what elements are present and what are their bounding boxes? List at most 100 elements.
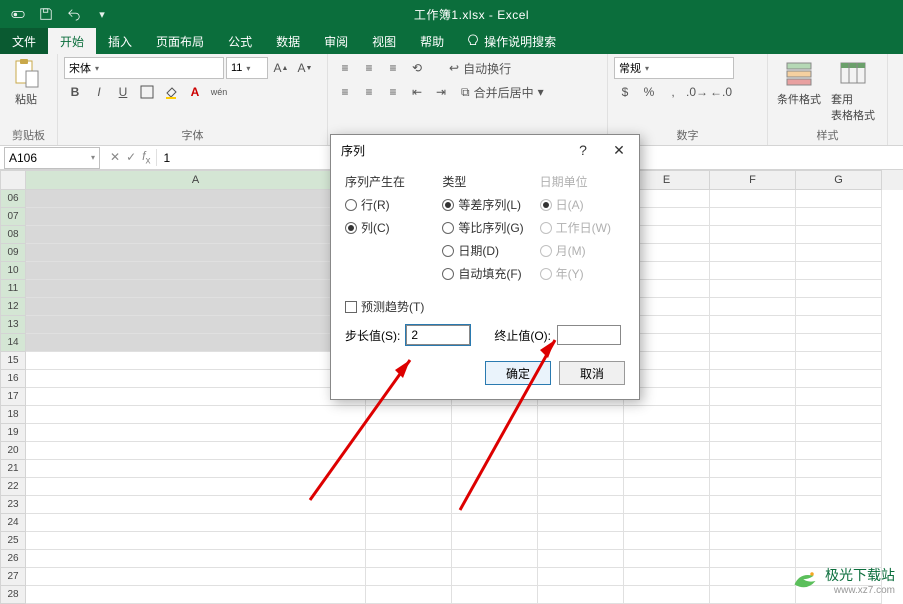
tab-home[interactable]: 开始 bbox=[48, 28, 96, 54]
cell[interactable] bbox=[624, 478, 710, 496]
cell[interactable] bbox=[710, 460, 796, 478]
row-header[interactable]: 07 bbox=[0, 208, 26, 226]
cell[interactable] bbox=[26, 190, 366, 208]
cell[interactable] bbox=[452, 514, 538, 532]
row-header[interactable]: 09 bbox=[0, 244, 26, 262]
tab-help[interactable]: 帮助 bbox=[408, 28, 456, 54]
conditional-format-button[interactable]: 条件格式 bbox=[774, 57, 824, 123]
enter-formula-icon[interactable]: ✓ bbox=[126, 150, 136, 164]
cell[interactable] bbox=[366, 424, 452, 442]
cell[interactable] bbox=[710, 334, 796, 352]
cell[interactable] bbox=[452, 532, 538, 550]
cell[interactable] bbox=[26, 424, 366, 442]
cell[interactable] bbox=[624, 460, 710, 478]
cell[interactable] bbox=[452, 496, 538, 514]
font-size-combo[interactable]: 11▾ bbox=[226, 57, 268, 79]
cell[interactable] bbox=[26, 388, 366, 406]
ok-button[interactable]: 确定 bbox=[485, 361, 551, 385]
indent-decrease-button[interactable]: ⇤ bbox=[406, 81, 428, 103]
cell[interactable] bbox=[26, 406, 366, 424]
cell[interactable] bbox=[538, 532, 624, 550]
cell[interactable] bbox=[796, 334, 882, 352]
cell[interactable] bbox=[796, 316, 882, 334]
cell[interactable] bbox=[710, 226, 796, 244]
border-button[interactable] bbox=[136, 81, 158, 103]
percent-format-button[interactable]: % bbox=[638, 81, 660, 103]
opt-date[interactable]: 日期(D) bbox=[442, 242, 527, 259]
cell[interactable] bbox=[452, 460, 538, 478]
cell[interactable] bbox=[710, 280, 796, 298]
cell[interactable] bbox=[796, 280, 882, 298]
cell[interactable] bbox=[710, 208, 796, 226]
col-header-G[interactable]: G bbox=[796, 170, 882, 190]
name-box[interactable]: A106 ▾ bbox=[4, 147, 100, 169]
row-header[interactable]: 13 bbox=[0, 316, 26, 334]
fill-color-button[interactable] bbox=[160, 81, 182, 103]
cell[interactable] bbox=[538, 442, 624, 460]
cell[interactable] bbox=[366, 478, 452, 496]
cell[interactable] bbox=[26, 280, 366, 298]
cell[interactable] bbox=[796, 208, 882, 226]
row-header[interactable]: 20 bbox=[0, 442, 26, 460]
row-header[interactable]: 19 bbox=[0, 424, 26, 442]
row-header[interactable]: 26 bbox=[0, 550, 26, 568]
cell[interactable] bbox=[26, 478, 366, 496]
cell[interactable] bbox=[624, 406, 710, 424]
cell[interactable] bbox=[796, 226, 882, 244]
cell[interactable] bbox=[710, 298, 796, 316]
merge-center-button[interactable]: ⧉合并后居中▾ bbox=[454, 81, 551, 103]
cell[interactable] bbox=[366, 532, 452, 550]
cell[interactable] bbox=[26, 370, 366, 388]
row-header[interactable]: 24 bbox=[0, 514, 26, 532]
paste-button[interactable]: 粘贴 bbox=[6, 57, 46, 107]
cell[interactable] bbox=[26, 442, 366, 460]
cell[interactable] bbox=[796, 244, 882, 262]
cell[interactable] bbox=[26, 568, 366, 586]
comma-format-button[interactable]: , bbox=[662, 81, 684, 103]
chk-trend[interactable]: 预测趋势(T) bbox=[345, 298, 625, 315]
cell[interactable] bbox=[796, 388, 882, 406]
cell[interactable] bbox=[796, 514, 882, 532]
stop-value-input[interactable] bbox=[557, 325, 621, 345]
cell[interactable] bbox=[538, 586, 624, 604]
cell[interactable] bbox=[710, 424, 796, 442]
cell[interactable] bbox=[796, 496, 882, 514]
cell[interactable] bbox=[538, 424, 624, 442]
cell[interactable] bbox=[26, 244, 366, 262]
cell[interactable] bbox=[624, 496, 710, 514]
cell[interactable] bbox=[710, 514, 796, 532]
cell[interactable] bbox=[366, 406, 452, 424]
row-header[interactable]: 15 bbox=[0, 352, 26, 370]
row-header[interactable]: 10 bbox=[0, 262, 26, 280]
col-header-F[interactable]: F bbox=[710, 170, 796, 190]
cell[interactable] bbox=[26, 586, 366, 604]
cell[interactable] bbox=[538, 478, 624, 496]
cell[interactable] bbox=[796, 460, 882, 478]
cell[interactable] bbox=[796, 424, 882, 442]
indent-increase-button[interactable]: ⇥ bbox=[430, 81, 452, 103]
cell[interactable] bbox=[796, 298, 882, 316]
autosave-toggle[interactable] bbox=[6, 3, 30, 25]
cell[interactable] bbox=[26, 316, 366, 334]
save-icon[interactable] bbox=[34, 3, 58, 25]
cell[interactable] bbox=[26, 334, 366, 352]
decrease-font-button[interactable]: A▼ bbox=[294, 57, 316, 79]
cell[interactable] bbox=[26, 532, 366, 550]
cell[interactable] bbox=[710, 532, 796, 550]
tab-review[interactable]: 审阅 bbox=[312, 28, 360, 54]
cell[interactable] bbox=[538, 460, 624, 478]
dialog-titlebar[interactable]: 序列 ? ✕ bbox=[331, 135, 639, 165]
cell[interactable] bbox=[26, 550, 366, 568]
tab-data[interactable]: 数据 bbox=[264, 28, 312, 54]
qat-more-icon[interactable]: ▾ bbox=[90, 3, 114, 25]
opt-linear[interactable]: 等差序列(L) bbox=[442, 196, 527, 213]
align-right-button[interactable]: ≡ bbox=[382, 81, 404, 103]
cell[interactable] bbox=[538, 568, 624, 586]
increase-font-button[interactable]: A▲ bbox=[270, 57, 292, 79]
cell[interactable] bbox=[26, 226, 366, 244]
underline-button[interactable]: U bbox=[112, 81, 134, 103]
cell[interactable] bbox=[624, 586, 710, 604]
row-header[interactable]: 21 bbox=[0, 460, 26, 478]
cell[interactable] bbox=[796, 352, 882, 370]
cell[interactable] bbox=[796, 532, 882, 550]
